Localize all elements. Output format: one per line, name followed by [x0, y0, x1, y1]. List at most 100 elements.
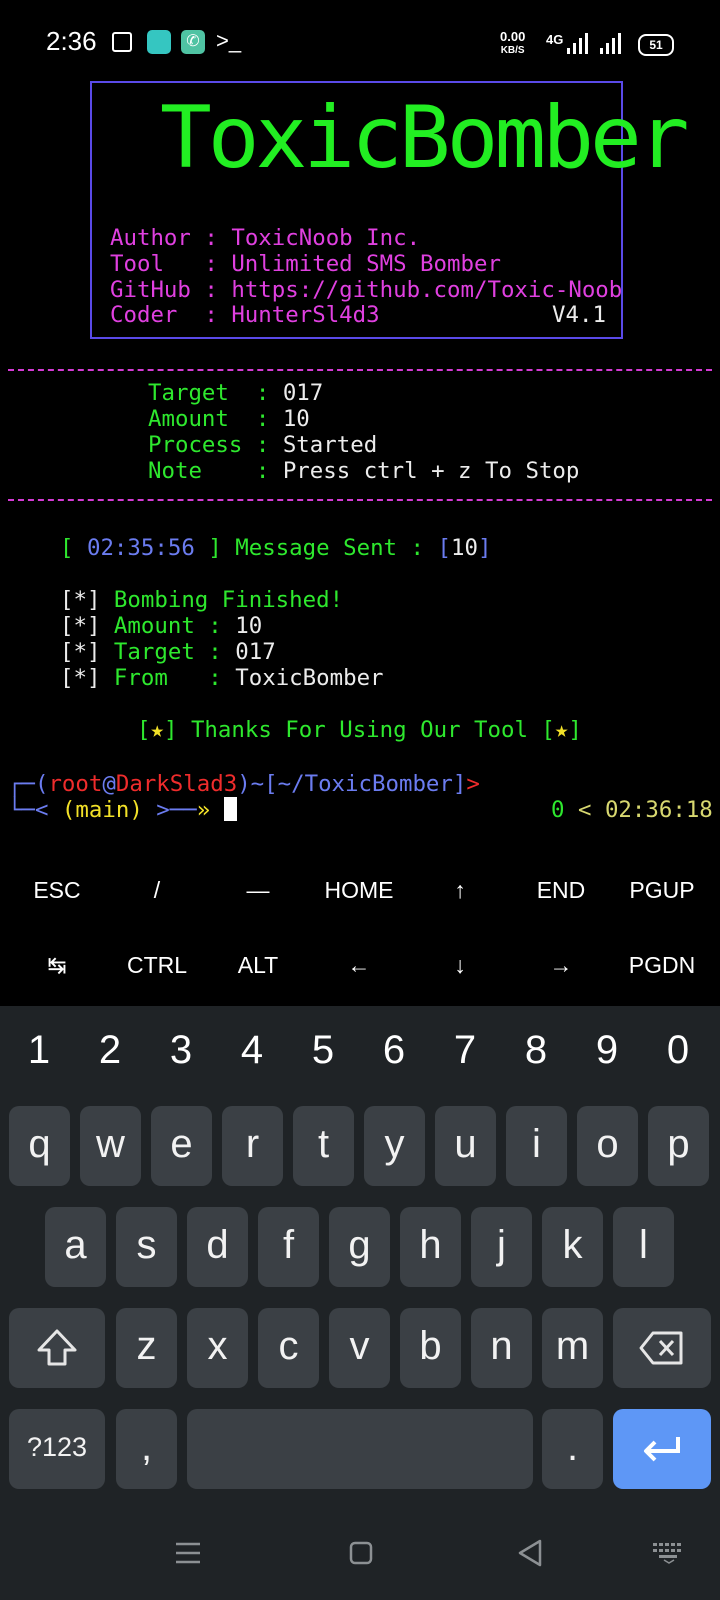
key-t[interactable]: t [293, 1106, 354, 1186]
net-speed: 0.00 KB/S [500, 29, 526, 57]
up-arrow-key[interactable]: ↑ [410, 877, 510, 904]
info-target-value: 017 [282, 380, 324, 406]
key-d[interactable]: d [187, 1207, 248, 1287]
key-z[interactable]: z [116, 1308, 177, 1388]
prompt-path: ~/ToxicBomber [277, 771, 453, 797]
key-q[interactable]: q [9, 1106, 70, 1186]
key-2[interactable]: 2 [75, 1028, 145, 1073]
period-key[interactable]: . [542, 1409, 603, 1489]
key-8[interactable]: 8 [501, 1028, 571, 1073]
info-process-label: Process [148, 432, 243, 458]
key-s[interactable]: s [116, 1207, 177, 1287]
log-message-label: Message Sent : [235, 535, 424, 561]
home-key[interactable]: HOME [309, 877, 409, 904]
key-c[interactable]: c [258, 1308, 319, 1388]
key-9[interactable]: 9 [572, 1028, 642, 1073]
ctrl-key[interactable]: CTRL [107, 952, 207, 979]
key-5[interactable]: 5 [288, 1028, 358, 1073]
key-h[interactable]: h [400, 1207, 461, 1287]
info-target-label: Target [148, 380, 229, 406]
home-icon[interactable] [348, 1540, 374, 1570]
banner-tool-line: Tool : Unlimited SMS Bomber [110, 251, 501, 277]
key-k[interactable]: k [542, 1207, 603, 1287]
key-p[interactable]: p [648, 1106, 709, 1186]
esc-key[interactable]: ESC [7, 877, 107, 904]
soft-keyboard [0, 1006, 720, 1600]
coder-label: Coder [110, 302, 178, 328]
keyboard-icon[interactable] [652, 1542, 686, 1568]
alt-key[interactable]: ALT [208, 952, 308, 979]
info-target-line: Target : 017 [148, 380, 324, 406]
thanks-text: Thanks For Using Our Tool [190, 717, 528, 743]
key-4[interactable]: 4 [217, 1028, 287, 1073]
author-value: ToxicNoob Inc. [231, 225, 421, 251]
info-note-label: Note [148, 458, 202, 484]
summary-target-label: Target [113, 639, 195, 665]
symbols-key[interactable]: ?123 [9, 1409, 105, 1489]
summary-amount: [*] Amount : 10 [60, 613, 263, 639]
version-label: V4.1 [552, 302, 606, 328]
shift-key[interactable] [9, 1308, 105, 1388]
signal-icon-2 [600, 32, 622, 59]
key-7[interactable]: 7 [430, 1028, 500, 1073]
pgdn-key[interactable]: PGDN [612, 952, 712, 979]
banner-author-line: Author : ToxicNoob Inc. [110, 225, 421, 251]
info-amount-line: Amount : 10 [148, 406, 310, 432]
key-m[interactable]: m [542, 1308, 603, 1388]
divider [8, 369, 712, 371]
key-o[interactable]: o [577, 1106, 638, 1186]
key-3[interactable]: 3 [146, 1028, 216, 1073]
message-sent-log: [ 02:35:56 ] Message Sent : [10] [60, 535, 492, 561]
key-l[interactable]: l [613, 1207, 674, 1287]
status-bar: 2:36 ✆ >_ 0.00 KB/S 4G 51 [0, 0, 720, 86]
menu-icon[interactable] [174, 1540, 202, 1570]
key-w[interactable]: w [80, 1106, 141, 1186]
summary-from-label: From [113, 665, 168, 691]
backspace-key[interactable] [613, 1308, 711, 1388]
github-label: GitHub [110, 277, 191, 303]
summary-target-value: 017 [235, 639, 276, 665]
pgup-key[interactable]: PGUP [612, 877, 712, 904]
key-a[interactable]: a [45, 1207, 106, 1287]
tool-logo: ToxicBomber [160, 88, 690, 188]
tab-key[interactable]: ↹ [7, 952, 107, 979]
space-bar[interactable] [187, 1409, 533, 1489]
back-icon[interactable] [516, 1538, 544, 1572]
key-x[interactable]: x [187, 1308, 248, 1388]
key-r[interactable]: r [222, 1106, 283, 1186]
key-v[interactable]: v [329, 1308, 390, 1388]
info-note-value: Press ctrl + z To Stop [282, 458, 580, 484]
left-arrow-key[interactable]: ← [309, 952, 409, 979]
right-arrow-key[interactable]: → [511, 952, 611, 979]
key-f[interactable]: f [258, 1207, 319, 1287]
end-key[interactable]: END [511, 877, 611, 904]
key-1[interactable]: 1 [4, 1028, 74, 1073]
github-value: https://github.com/Toxic-Noob [231, 277, 623, 303]
net-speed-value: 0.00 [500, 29, 526, 44]
comma-key[interactable]: , [116, 1409, 177, 1489]
key-b[interactable]: b [400, 1308, 461, 1388]
key-j[interactable]: j [471, 1207, 532, 1287]
summary-from-value: ToxicBomber [235, 665, 384, 691]
key-u[interactable]: u [435, 1106, 496, 1186]
key-0[interactable]: 0 [643, 1028, 713, 1073]
key-n[interactable]: n [471, 1308, 532, 1388]
thanks-line: [★] Thanks For Using Our Tool [★] [137, 717, 582, 743]
key-6[interactable]: 6 [359, 1028, 429, 1073]
cursor[interactable] [223, 797, 237, 821]
prompt-branch: main [75, 797, 130, 823]
enter-key[interactable] [613, 1409, 711, 1489]
divider [8, 499, 712, 501]
terminal-icon: >_ [216, 28, 242, 53]
banner-github-line: GitHub : https://github.com/Toxic-Noob [110, 277, 623, 303]
prompt-host: DarkSlad3 [115, 771, 238, 797]
slash-key[interactable]: / [107, 877, 207, 904]
key-i[interactable]: i [506, 1106, 567, 1186]
key-g[interactable]: g [329, 1207, 390, 1287]
down-arrow-key[interactable]: ↓ [410, 952, 510, 979]
key-y[interactable]: y [364, 1106, 425, 1186]
dash-key[interactable]: — [208, 877, 308, 904]
key-e[interactable]: e [151, 1106, 212, 1186]
prompt-right-count: 0 [551, 797, 565, 823]
star-icon: ★ [150, 717, 164, 743]
